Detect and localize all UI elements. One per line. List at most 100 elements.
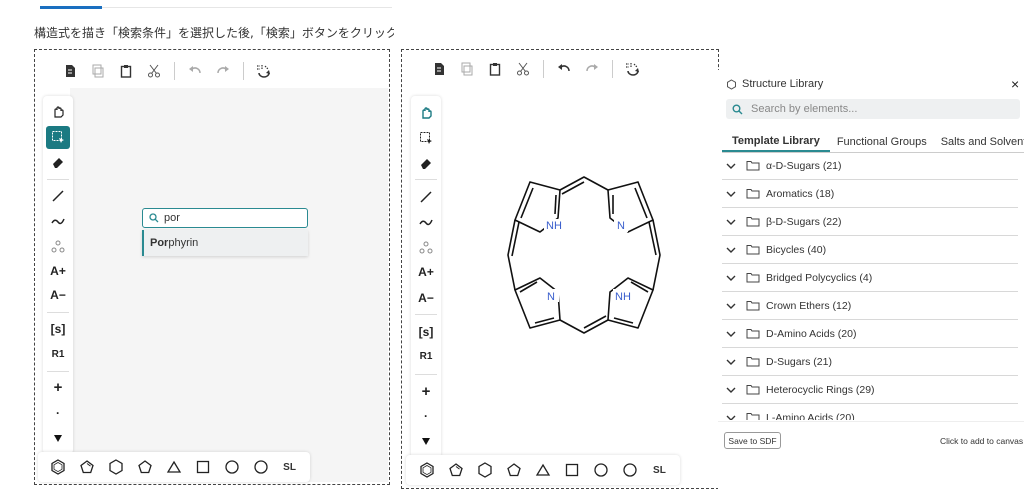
sgroup-button[interactable]: [s] <box>414 320 438 343</box>
reaction-plus-button[interactable]: + <box>414 379 438 402</box>
left-top-toolbar <box>56 56 278 86</box>
library-category-item[interactable]: α-D-Sugars (21) <box>722 152 1018 180</box>
toolbar-separator <box>415 373 437 375</box>
undo-icon[interactable] <box>553 58 575 80</box>
chevron-down-icon <box>726 358 740 366</box>
open-file-icon[interactable] <box>59 60 81 82</box>
layout-clean-icon[interactable] <box>253 60 275 82</box>
library-category-item[interactable]: Aromatics (18) <box>722 180 1018 208</box>
library-category-list: α-D-Sugars (21) Aromatics (18) β-D-Sugar… <box>722 152 1018 420</box>
reaction-dot-button[interactable]: · <box>46 401 70 424</box>
hand-icon[interactable] <box>414 101 438 124</box>
library-category-item[interactable]: β-D-Sugars (22) <box>722 208 1018 236</box>
cyclooctane-icon[interactable] <box>246 455 275 479</box>
paste-icon[interactable] <box>115 60 137 82</box>
rgroup-button[interactable]: R1 <box>46 343 70 366</box>
single-bond-icon[interactable] <box>414 185 438 208</box>
right-bottom-toolbar: SL <box>406 455 680 485</box>
charge-minus-button[interactable]: A− <box>46 284 70 307</box>
charge-plus-button[interactable]: A+ <box>46 259 70 282</box>
charge-minus-button[interactable]: A− <box>414 286 438 309</box>
redo-icon[interactable] <box>212 60 234 82</box>
cyclopentadiene-icon[interactable] <box>441 458 470 482</box>
rgroup-button[interactable]: R1 <box>414 345 438 368</box>
eraser-icon[interactable] <box>414 151 438 174</box>
undo-icon[interactable] <box>184 60 206 82</box>
suggestion-item-porphyrin[interactable]: Por phyrin <box>142 230 308 256</box>
tab-salts-and-solvents[interactable]: Salts and Solvents <box>934 132 1024 152</box>
search-input-value: por <box>164 212 180 224</box>
cut-icon[interactable] <box>512 58 534 80</box>
library-category-label: D-Sugars (21) <box>766 355 832 368</box>
chain-icon[interactable] <box>46 209 70 232</box>
folder-icon <box>746 412 762 420</box>
sgroup-button[interactable]: [s] <box>46 318 70 341</box>
folder-icon <box>746 244 762 255</box>
open-file-icon[interactable] <box>428 58 450 80</box>
library-category-item[interactable]: Crown Ethers (12) <box>722 292 1018 320</box>
porphyrin-structure[interactable]: NH N N NH <box>490 170 680 350</box>
cyclooctane-icon[interactable] <box>616 458 645 482</box>
tab-functional-groups[interactable]: Functional Groups <box>830 132 934 152</box>
redo-icon[interactable] <box>581 58 603 80</box>
folder-icon <box>746 160 762 171</box>
library-category-item[interactable]: D-Sugars (21) <box>722 348 1018 376</box>
selection-icon[interactable] <box>414 126 438 149</box>
cycloheptane-icon[interactable] <box>217 455 246 479</box>
cycloheptane-icon[interactable] <box>587 458 616 482</box>
atom-label-nh-top: NH <box>546 220 562 232</box>
library-close-button[interactable]: × <box>1011 76 1019 92</box>
suggestion-rest: phyrin <box>168 237 199 249</box>
toolbar-separator <box>47 370 69 372</box>
cyclobutane-icon[interactable] <box>188 455 217 479</box>
save-to-sdf-button[interactable]: Save to SDF <box>724 432 781 449</box>
reaction-dot-button[interactable]: · <box>414 405 438 428</box>
single-bond-icon[interactable] <box>46 185 70 208</box>
library-category-item[interactable]: Heterocyclic Rings (29) <box>722 376 1018 404</box>
chevron-down-icon <box>726 218 740 226</box>
copy-icon[interactable] <box>87 60 109 82</box>
chain-icon[interactable] <box>414 211 438 234</box>
cyclohexane-icon[interactable] <box>470 458 499 482</box>
cyclopentadiene-icon[interactable] <box>73 455 102 479</box>
chevron-down-icon <box>726 274 740 282</box>
atom-label-nh-bottom: NH <box>615 291 631 303</box>
structure-library-button[interactable]: SL <box>275 455 304 479</box>
cyclobutane-icon[interactable] <box>558 458 587 482</box>
library-category-item[interactable]: L-Amino Acids (20) <box>722 404 1018 420</box>
library-category-label: D-Amino Acids (20) <box>766 327 857 340</box>
library-category-item[interactable]: Bicycles (40) <box>722 236 1018 264</box>
arrow-down-icon[interactable] <box>46 426 70 449</box>
charge-plus-button[interactable]: A+ <box>414 261 438 284</box>
reaction-plus-button[interactable]: + <box>46 376 70 399</box>
benzene-icon[interactable] <box>412 458 441 482</box>
hand-icon[interactable] <box>46 101 70 124</box>
rgroup-attachment-icon[interactable] <box>46 234 70 257</box>
cyclohexane-icon[interactable] <box>102 455 131 479</box>
cyclopentane-icon[interactable] <box>499 458 528 482</box>
folder-icon <box>746 300 762 311</box>
right-side-toolbar: A+ A− [s] R1 + · <box>411 96 441 458</box>
tab-template-library[interactable]: Template Library <box>722 132 830 152</box>
library-category-item[interactable]: Bridged Polycyclics (4) <box>722 264 1018 292</box>
layout-clean-icon[interactable] <box>622 58 644 80</box>
template-search-input[interactable]: por <box>142 208 308 228</box>
selection-icon[interactable] <box>46 125 70 149</box>
left-editor-canvas[interactable] <box>70 88 388 482</box>
cyclopentane-icon[interactable] <box>131 455 160 479</box>
cyclopropane-icon[interactable] <box>528 458 557 482</box>
library-category-item[interactable]: D-Amino Acids (20) <box>722 320 1018 348</box>
cut-icon[interactable] <box>143 60 165 82</box>
arrow-down-icon[interactable] <box>414 430 438 453</box>
eraser-icon[interactable] <box>46 151 70 174</box>
structure-library-button[interactable]: SL <box>645 458 674 482</box>
copy-icon[interactable] <box>456 58 478 80</box>
add-to-canvas-hint: Click to add to canvas <box>940 436 1024 446</box>
cyclopropane-icon[interactable] <box>160 455 189 479</box>
library-search-input[interactable]: Search by elements... <box>726 99 1020 119</box>
paste-icon[interactable] <box>484 58 506 80</box>
benzene-icon[interactable] <box>44 455 73 479</box>
left-side-toolbar: A+ A− [s] R1 + · <box>43 96 73 454</box>
left-bottom-toolbar: SL <box>38 452 310 482</box>
rgroup-attachment-icon[interactable] <box>414 236 438 259</box>
